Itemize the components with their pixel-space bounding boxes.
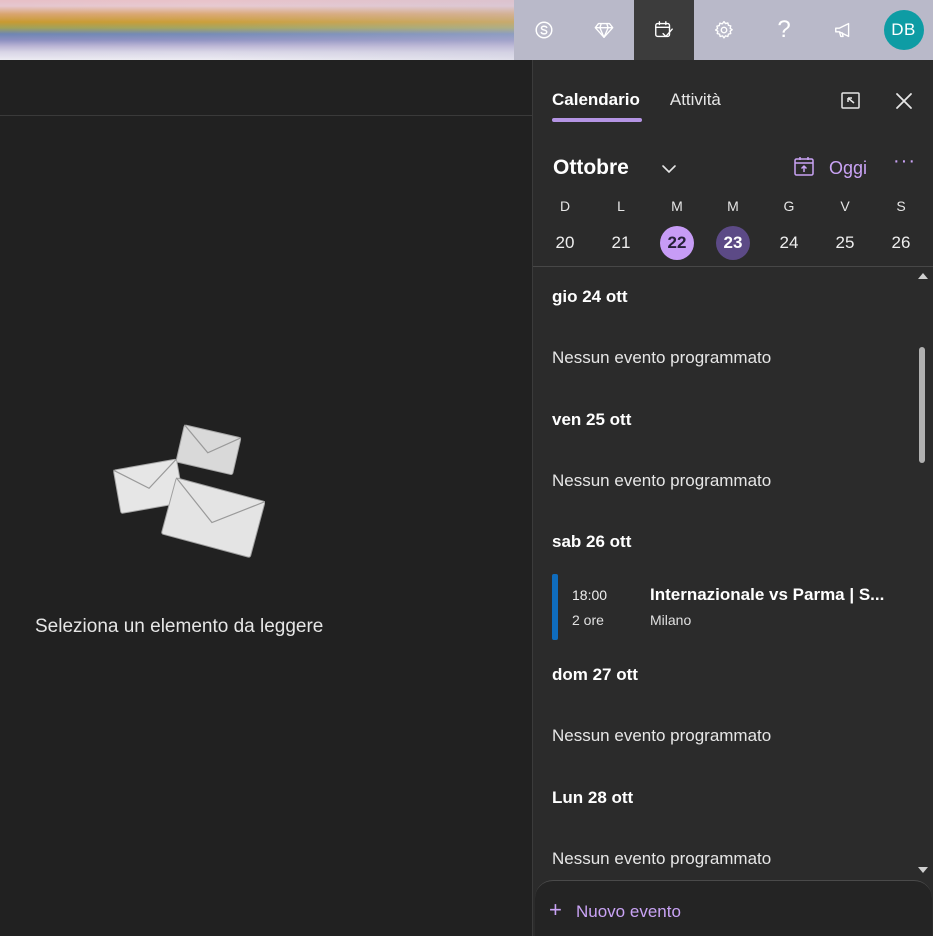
day-cell[interactable]: 21 (604, 226, 638, 260)
event-location: Milano (650, 612, 692, 628)
premium-button[interactable] (574, 0, 634, 60)
my-day-panel: Calendario Attività Ottobre Oggi ··· D L… (532, 60, 933, 936)
gear-icon (714, 20, 733, 39)
panel-tabs: Calendario Attività (552, 90, 721, 122)
agenda-list: gio 24 ott Nessun evento programmato ven… (533, 267, 917, 880)
day-cell[interactable]: 20 (548, 226, 582, 260)
event-time: 18:00 (572, 587, 608, 603)
weekday-letter: G (783, 198, 795, 214)
calendar-check-icon (655, 21, 673, 38)
skype-button[interactable] (514, 0, 574, 60)
agenda-day-header: dom 27 ott (552, 665, 638, 684)
megaphone-icon (835, 22, 850, 38)
agenda-scrollbar[interactable] (916, 267, 930, 880)
feedback-button[interactable] (814, 0, 874, 60)
scroll-thumb[interactable] (919, 347, 925, 463)
agenda-day-header: Lun 28 ott (552, 788, 634, 807)
no-events-message: Nessun evento programmato (552, 726, 772, 745)
question-icon: ? (777, 16, 791, 43)
scroll-down-arrow[interactable] (918, 867, 928, 873)
tab-tasks[interactable]: Attività (670, 90, 721, 122)
tab-calendar[interactable]: Calendario (552, 90, 642, 122)
more-options-icon[interactable]: ··· (893, 150, 916, 173)
day-cell[interactable]: 25 (828, 226, 862, 260)
expand-icon[interactable] (840, 90, 862, 112)
weekday-letter: L (617, 198, 625, 214)
avatar[interactable]: DB (883, 10, 924, 50)
weekday-letter: S (896, 198, 906, 214)
agenda-day-header: gio 24 ott (552, 287, 628, 306)
day-cell-today[interactable]: 23 (716, 226, 750, 260)
plus-icon: + (549, 897, 562, 922)
new-event-label: Nuovo evento (576, 902, 681, 921)
calendar-today-icon[interactable] (793, 155, 815, 177)
no-events-message: Nessun evento programmato (552, 471, 772, 490)
agenda-day-header: ven 25 ott (552, 410, 632, 429)
month-label[interactable]: Ottobre (553, 156, 629, 180)
new-event-button[interactable]: + Nuovo evento (535, 880, 932, 936)
account-button[interactable]: DB (874, 0, 933, 60)
weekday-numbers: 20 21 22 23 24 25 26 (537, 226, 929, 260)
skype-icon (535, 21, 553, 39)
top-header: ? DB (0, 0, 933, 60)
no-events-message: Nessun evento programmato (552, 849, 772, 868)
weekday-letters: D L M M G V S (537, 198, 929, 218)
event-color-bar (552, 574, 558, 640)
day-cell-selected[interactable]: 22 (660, 226, 694, 260)
help-button[interactable]: ? (754, 0, 814, 60)
calendar-event[interactable]: 18:00 2 ore Internazionale vs Parma | S.… (552, 574, 892, 640)
event-title: Internazionale vs Parma | S... (650, 585, 885, 604)
weekday-letter: M (727, 198, 739, 214)
today-button[interactable]: Oggi (829, 158, 867, 179)
day-cell[interactable]: 26 (884, 226, 918, 260)
empty-reading-message: Seleziona un elemento da leggere (35, 616, 324, 637)
scroll-up-arrow[interactable] (918, 273, 928, 279)
diamond-icon (594, 22, 614, 39)
outlook-app: ? DB Seleziona un elemento da leggere Ca… (0, 0, 933, 936)
settings-button[interactable] (694, 0, 754, 60)
theme-banner (0, 0, 514, 60)
event-duration: 2 ore (572, 612, 604, 628)
week-strip: D L M M G V S 20 21 22 23 24 25 26 (537, 198, 929, 260)
my-day-button[interactable] (634, 0, 694, 60)
close-icon[interactable] (894, 91, 914, 111)
reading-pane-toolbar (0, 60, 532, 116)
weekday-letter: D (559, 198, 571, 214)
weekday-letter: M (671, 198, 683, 214)
day-cell[interactable]: 24 (772, 226, 806, 260)
no-events-message: Nessun evento programmato (552, 348, 772, 367)
month-navigator: Ottobre Oggi ··· (553, 150, 918, 184)
agenda-day-header: sab 26 ott (552, 532, 632, 551)
chevron-down-icon[interactable] (660, 160, 678, 178)
header-toolbar: ? DB (514, 0, 933, 60)
reading-pane: Seleziona un elemento da leggere (0, 60, 532, 936)
weekday-letter: V (840, 198, 850, 214)
envelopes-illustration (113, 424, 265, 558)
